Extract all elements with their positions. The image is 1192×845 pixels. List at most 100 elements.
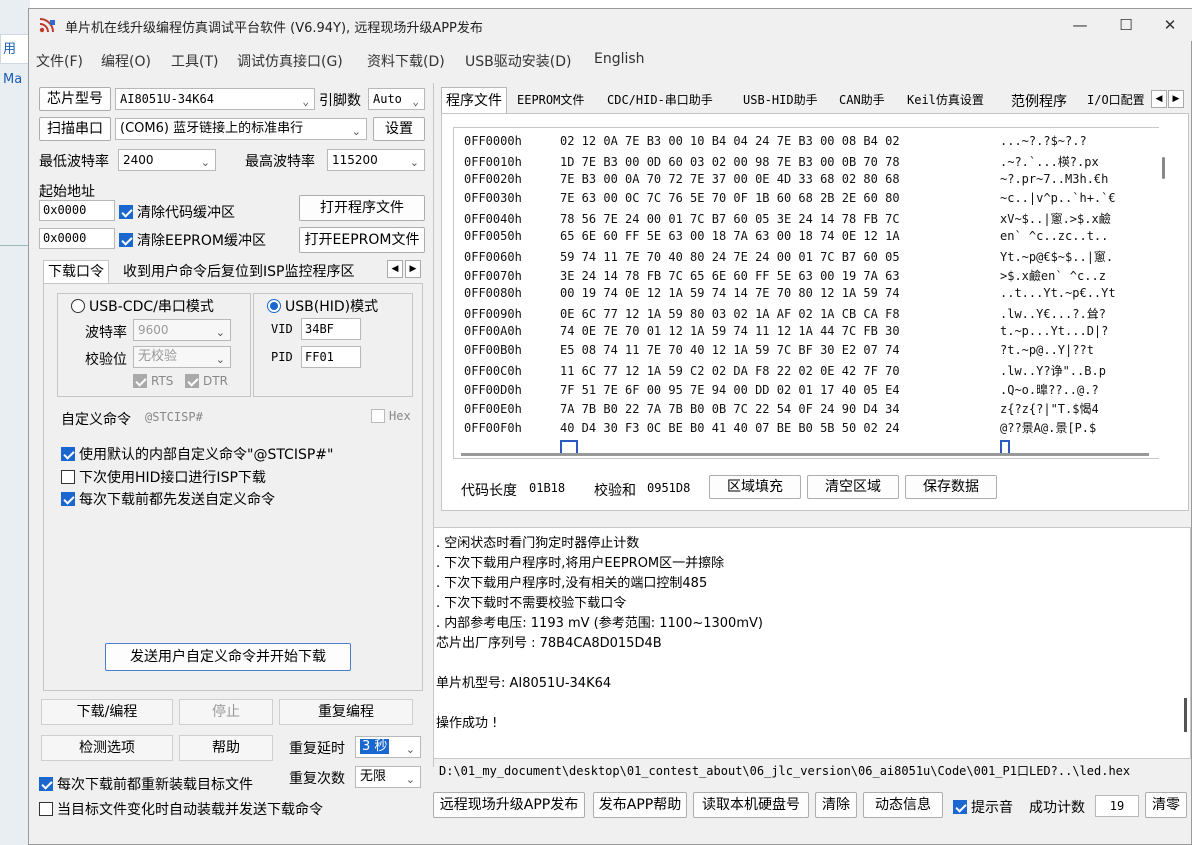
- tab-examples[interactable]: 范例程序: [1007, 89, 1071, 113]
- hex-bytes[interactable]: 1D 7E B3 00 0D 60 03 02 00 98 7E B3 00 0…: [560, 155, 1000, 169]
- log-scrollbar-thumb[interactable]: [1184, 698, 1187, 732]
- menu-usb-driver[interactable]: USB驱动安装(D): [465, 51, 571, 71]
- tab-cdc-hid-serial[interactable]: CDC/HID-串口助手: [603, 89, 717, 110]
- pin-count-select[interactable]: Auto ⌄: [368, 88, 425, 110]
- publish-help-button[interactable]: 发布APP帮助: [593, 792, 687, 818]
- beep-checkbox[interactable]: 提示音: [953, 797, 1013, 817]
- hex-row[interactable]: 0FF0050h 65 6E 60 FF 5E 63 00 18 7A 63 00…: [464, 229, 1108, 248]
- pid-input[interactable]: FF01: [301, 346, 361, 368]
- fill-area-button[interactable]: 区域填充: [709, 475, 801, 499]
- vid-input[interactable]: 34BF: [301, 318, 361, 340]
- tab-scroll-left-icon[interactable]: ◀: [387, 260, 403, 278]
- download-program-button[interactable]: 下载/编程: [41, 699, 173, 725]
- background-app-tab[interactable]: 用Ma: [0, 34, 30, 87]
- hex-ascii[interactable]: .lw..Y?诤"..B.p: [1000, 362, 1106, 379]
- hex-bytes[interactable]: 7A 7B B0 22 7A 7B B0 0B 7C 22 54 0F 24 9…: [560, 402, 1000, 416]
- eeprom-address-input[interactable]: 0x0000: [39, 228, 115, 249]
- hex-ascii[interactable]: t.~p...Yt...D|?: [1000, 324, 1108, 338]
- maximize-button[interactable]: ☐: [1103, 9, 1149, 41]
- min-baud-select[interactable]: 2400 ⌄: [118, 149, 216, 171]
- remote-upgrade-button[interactable]: 远程现场升级APP发布: [433, 792, 585, 818]
- title-bar[interactable]: 单片机在线升级编程仿真调试平台软件 (V6.94Y), 远程现场升级APP发布 …: [29, 9, 1192, 41]
- hex-row[interactable]: 0FF0040h 78 56 7E 24 00 01 7C B7 60 05 3E…: [464, 210, 1111, 229]
- hex-ascii[interactable]: .~?.`...楧?.px: [1000, 153, 1099, 170]
- custom-command-input[interactable]: @STCISP#: [141, 406, 367, 428]
- hex-scrollbar[interactable]: [1159, 127, 1169, 459]
- output-log[interactable]: . 空闲状态时看门狗定时器停止计数 . 下次下载用户程序时,将用户EEPROM区…: [433, 527, 1191, 759]
- read-disk-id-button[interactable]: 读取本机硬盘号: [693, 792, 809, 818]
- hex-row[interactable]: 0FF00C0h 11 6C 77 12 1A 59 C2 02 DA F8 22…: [464, 362, 1106, 381]
- tab-scroll-right-icon[interactable]: ▶: [405, 260, 421, 278]
- hex-bytes[interactable]: 7F 51 7E 6F 00 95 7E 94 00 DD 02 01 17 4…: [560, 383, 1000, 397]
- hex-ascii[interactable]: .Q~o.曍??..@.?: [1000, 381, 1099, 398]
- menu-tools[interactable]: 工具(T): [171, 51, 218, 71]
- open-eeprom-file-button[interactable]: 打开EEPROM文件: [299, 227, 425, 253]
- tabs-scroll-left-icon[interactable]: ◀: [1151, 90, 1167, 108]
- hex-ascii[interactable]: Yt.~p@€$~$..|窻.: [1000, 248, 1113, 265]
- hex-row[interactable]: 0FF0010h 1D 7E B3 00 0D 60 03 02 00 98 7E…: [464, 153, 1099, 172]
- hex-ascii[interactable]: ...~?.?$~?.?: [1000, 134, 1087, 148]
- hex-bytes[interactable]: 78 56 7E 24 00 01 7C B7 60 05 3E 24 14 7…: [560, 212, 1000, 226]
- menu-file[interactable]: 文件(F): [36, 51, 83, 71]
- chip-model-select[interactable]: AI8051U-34K64 ⌄: [115, 88, 315, 110]
- open-program-file-button[interactable]: 打开程序文件: [299, 195, 425, 221]
- reset-count-button[interactable]: 清零: [1145, 792, 1187, 818]
- dynamic-info-button[interactable]: 动态信息: [863, 792, 943, 818]
- send-before-download-checkbox[interactable]: 每次下载前都先发送自定义命令: [61, 489, 275, 509]
- hex-horizontal-scrollbar[interactable]: [461, 453, 1149, 456]
- send-and-download-button[interactable]: 发送用户自定义命令并开始下载: [105, 643, 351, 671]
- clear-eeprom-buffer-checkbox[interactable]: 清除EEPROM缓冲区: [119, 230, 266, 250]
- check-options-button[interactable]: 检测选项: [41, 735, 173, 761]
- tab-reset-to-isp[interactable]: 收到用户命令后复位到ISP监控程序区: [123, 261, 354, 281]
- hex-bytes[interactable]: 02 12 0A 7E B3 00 10 B4 04 24 7E B3 00 0…: [560, 134, 1000, 148]
- hex-bytes[interactable]: 7E 63 00 0C 7C 76 5E 70 0F 1B 60 68 2B 2…: [560, 191, 1000, 205]
- baud-select[interactable]: 9600 ⌄: [133, 319, 231, 341]
- hex-row[interactable]: 0FF0000h 02 12 0A 7E B3 00 10 B4 04 24 7E…: [464, 134, 1087, 153]
- save-data-button[interactable]: 保存数据: [905, 475, 997, 499]
- parity-select[interactable]: 无校验 ⌄: [133, 346, 231, 368]
- usb-cdc-mode-radio[interactable]: USB-CDC/串口模式: [71, 296, 214, 316]
- help-button[interactable]: 帮助: [179, 735, 273, 761]
- stop-button[interactable]: 停止: [179, 699, 273, 725]
- hex-bytes[interactable]: 65 6E 60 FF 5E 63 00 18 7A 63 00 18 74 0…: [560, 229, 1000, 243]
- tab-usb-hid[interactable]: USB-HID助手: [739, 89, 822, 110]
- tabs-scroll-right-icon[interactable]: ▶: [1168, 90, 1184, 108]
- hex-ascii[interactable]: @??景A@.景[P.$: [1000, 419, 1096, 436]
- menu-program[interactable]: 编程(O): [101, 51, 151, 71]
- hex-ascii[interactable]: .lw..Y€...?.耸?: [1000, 305, 1106, 322]
- reload-each-time-checkbox[interactable]: 每次下载前都重新装载目标文件: [39, 774, 253, 794]
- hex-bytes[interactable]: 7E B3 00 0A 70 72 7E 37 00 0E 4D 33 68 0…: [560, 172, 1000, 186]
- hex-bytes[interactable]: E5 08 74 11 7E 70 40 12 1A 59 7C BF 30 E…: [560, 343, 1000, 357]
- hex-row[interactable]: 0FF00D0h 7F 51 7E 6F 00 95 7E 94 00 DD 02…: [464, 381, 1099, 400]
- hex-bytes[interactable]: 0E 6C 77 12 1A 59 80 03 02 1A AF 02 1A C…: [560, 307, 1000, 321]
- hex-ascii[interactable]: z{?z{?|"T.$愒4: [1000, 400, 1099, 417]
- rts-checkbox[interactable]: RTS: [133, 374, 173, 388]
- minimize-button[interactable]: —: [1057, 9, 1103, 41]
- hex-bytes[interactable]: 59 74 11 7E 70 40 80 24 7E 24 00 01 7C B…: [560, 250, 1000, 264]
- tab-keil-sim[interactable]: Keil仿真设置: [903, 89, 988, 110]
- hex-row[interactable]: 0FF0090h 0E 6C 77 12 1A 59 80 03 02 1A AF…: [464, 305, 1106, 324]
- tab-program-file[interactable]: 程序文件: [441, 87, 507, 114]
- repeat-count-select[interactable]: 无限 ⌄: [355, 766, 421, 788]
- port-select[interactable]: (COM6) 蓝牙链接上的标准串行 ⌄: [115, 118, 367, 140]
- hex-ascii[interactable]: xV~$..|窻.>$.x鹼: [1000, 210, 1111, 227]
- tab-can[interactable]: CAN助手: [835, 89, 889, 110]
- hex-row[interactable]: 0FF00A0h 74 0E 7E 70 01 12 1A 59 74 11 12…: [464, 324, 1108, 343]
- hex-row[interactable]: 0FF0060h 59 74 11 7E 70 40 80 24 7E 24 00…: [464, 248, 1113, 267]
- use-default-command-checkbox[interactable]: 使用默认的内部自定义命令"@STCISP#": [61, 444, 333, 464]
- code-address-input[interactable]: 0x0000: [39, 200, 115, 221]
- hex-ascii[interactable]: ~?.pr~7..M3h.€h: [1000, 172, 1108, 186]
- clear-code-buffer-checkbox[interactable]: 清除代码缓冲区: [119, 202, 235, 222]
- hex-row[interactable]: 0FF00E0h 7A 7B B0 22 7A 7B B0 0B 7C 22 54…: [464, 400, 1099, 419]
- hex-ascii[interactable]: >$.x鹼en` ^c..z: [1000, 267, 1106, 284]
- repeat-delay-select[interactable]: 3 秒 ⌄: [355, 736, 421, 758]
- hex-row[interactable]: 0FF0030h 7E 63 00 0C 7C 76 5E 70 0F 1B 60…: [464, 191, 1116, 210]
- use-hid-next-checkbox[interactable]: 下次使用HID接口进行ISP下载: [61, 467, 266, 487]
- scan-port-button[interactable]: 扫描串口: [39, 117, 111, 141]
- menu-english[interactable]: English: [594, 51, 645, 67]
- hex-ascii[interactable]: en` ^c..zc..t..: [1000, 229, 1108, 243]
- hex-bytes[interactable]: 40 D4 30 F3 0C BE B0 41 40 07 BE B0 5B 5…: [560, 421, 1000, 435]
- hex-ascii[interactable]: ?t.~p@..Y|??t: [1000, 343, 1094, 357]
- hex-checkbox[interactable]: Hex: [371, 409, 411, 423]
- hex-row[interactable]: 0FF0070h 3E 24 14 78 FB 7C 65 6E 60 FF 5E…: [464, 267, 1106, 286]
